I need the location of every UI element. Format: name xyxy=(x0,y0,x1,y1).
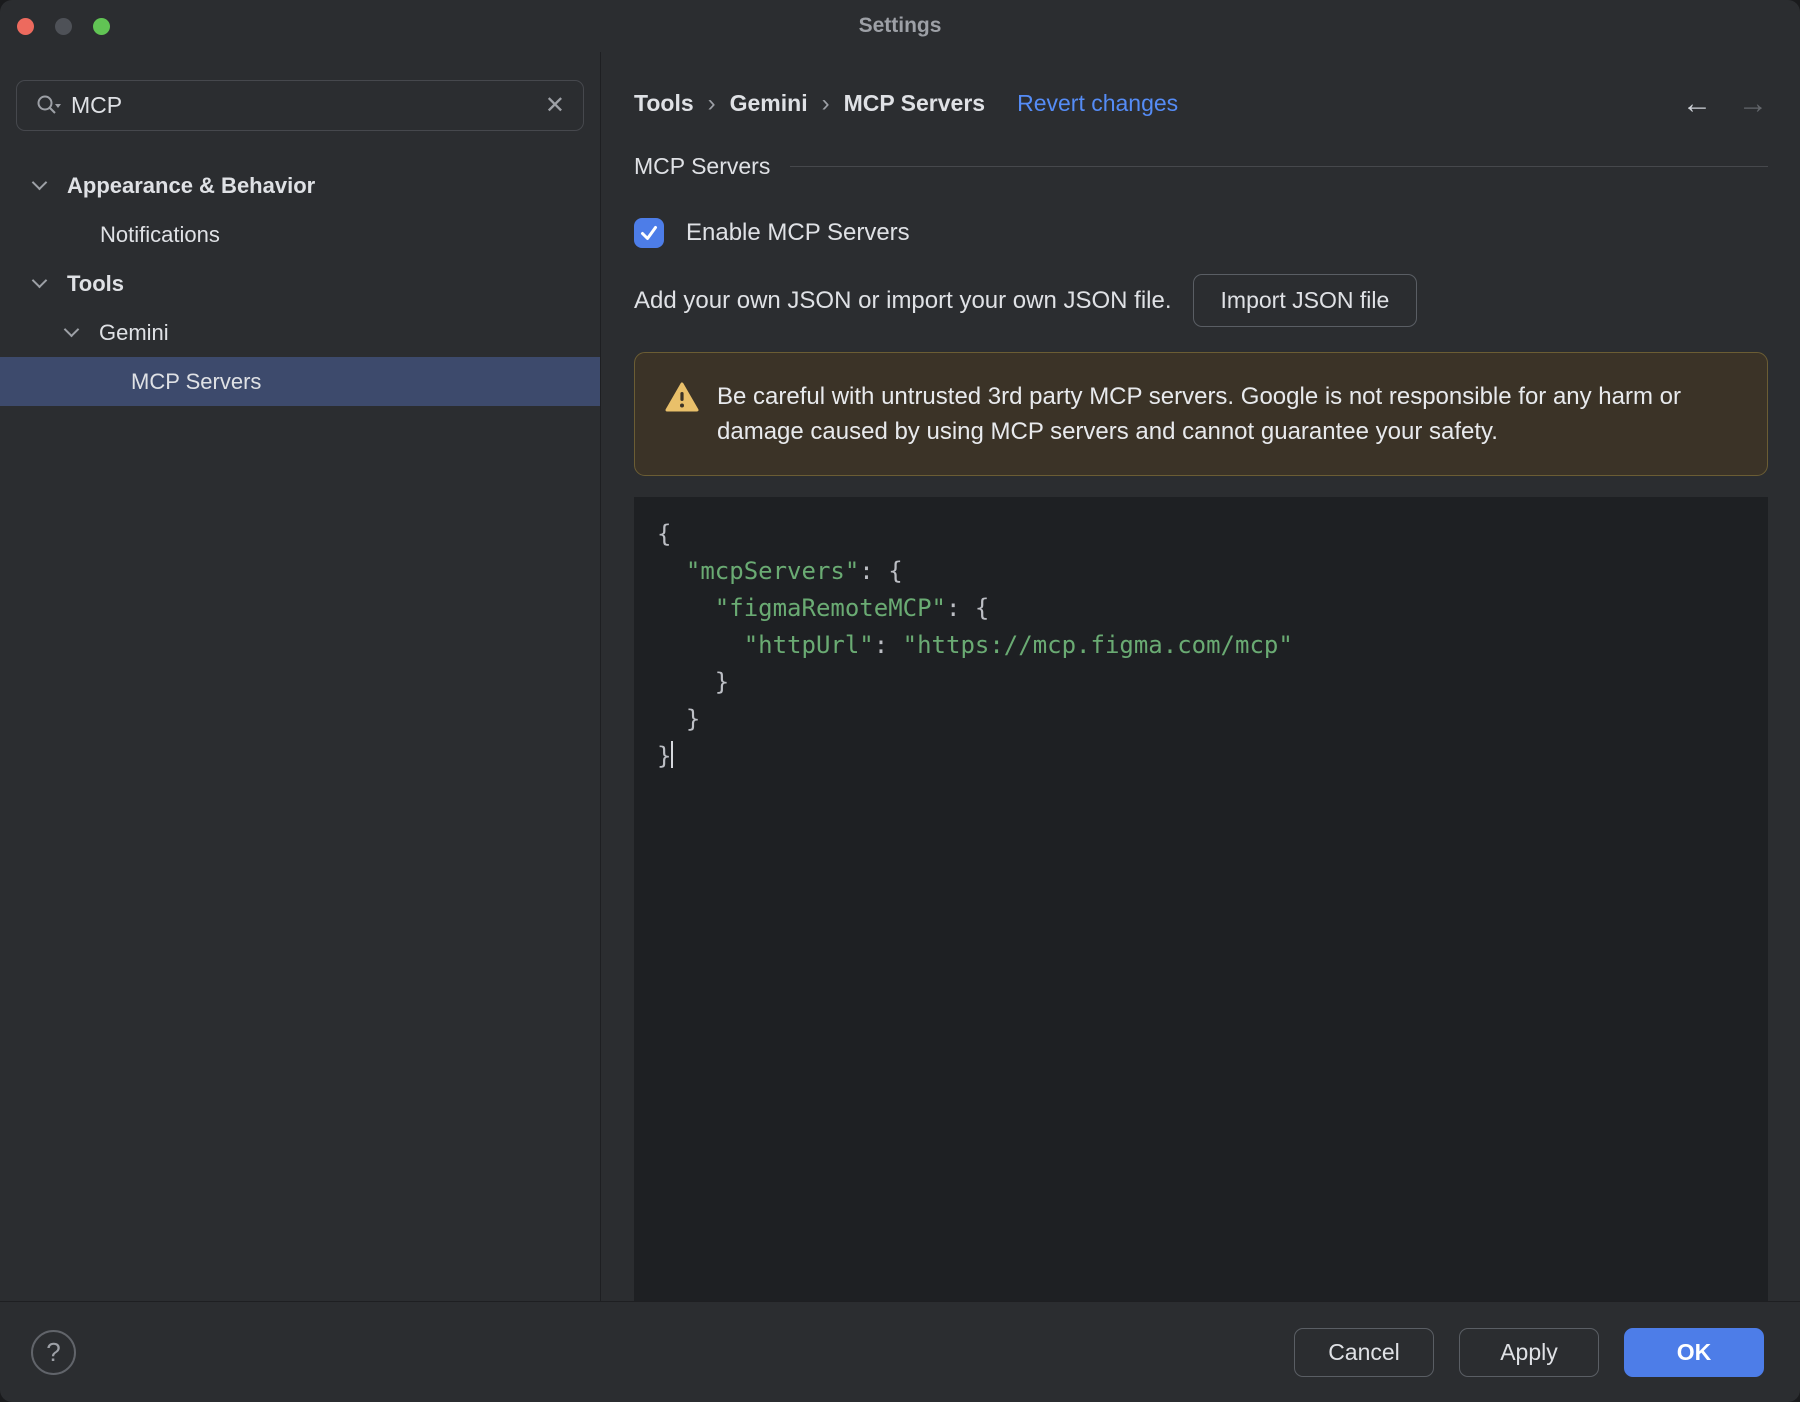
breadcrumb-gemini[interactable]: Gemini xyxy=(730,90,808,117)
sidebar-item-label: Notifications xyxy=(100,221,220,247)
sidebar-item-gemini[interactable]: Gemini xyxy=(0,308,600,357)
chevron-down-icon[interactable] xyxy=(31,174,48,191)
sidebar-item-appearance-behavior[interactable]: Appearance & Behavior xyxy=(0,161,600,210)
code-token: "httpUrl" xyxy=(743,631,874,660)
code-token: "https://mcp.figma.com/mcp" xyxy=(902,631,1293,660)
forward-arrow-icon[interactable]: → xyxy=(1738,88,1768,119)
code-token: { xyxy=(657,520,672,549)
code-token: : { xyxy=(945,594,990,623)
import-json-file-button[interactable]: Import JSON file xyxy=(1192,274,1418,328)
code-token: : { xyxy=(859,557,903,586)
breadcrumb-separator: › xyxy=(707,89,716,117)
settings-sidebar: ✕ Appearance & Behavior Notifications To… xyxy=(0,52,601,1301)
clear-search-icon[interactable]: ✕ xyxy=(545,93,565,118)
search-icon[interactable] xyxy=(35,93,61,119)
sidebar-item-label: MCP Servers xyxy=(131,368,262,394)
history-nav: ← → xyxy=(1682,88,1768,119)
code-line: } xyxy=(657,701,1748,738)
sidebar-item-label: Appearance & Behavior xyxy=(67,172,316,198)
import-json-row: Add your own JSON or import your own JSO… xyxy=(634,274,1768,328)
chevron-down-icon[interactable] xyxy=(63,321,80,338)
footer-buttons: Cancel Apply OK xyxy=(1294,1327,1764,1377)
apply-button[interactable]: Apply xyxy=(1459,1327,1599,1377)
code-line: "mcpServers": { xyxy=(657,553,1748,590)
settings-window: Settings ✕ Appearance & Behavior xyxy=(0,0,1800,1402)
text-caret xyxy=(671,741,674,769)
sidebar-item-label: Tools xyxy=(67,270,125,296)
breadcrumb: Tools › Gemini › MCP Servers Revert chan… xyxy=(634,84,1768,123)
ok-button[interactable]: OK xyxy=(1624,1327,1764,1377)
settings-tree: Appearance & Behavior Notifications Tool… xyxy=(0,161,600,406)
footer-bar: ? Cancel Apply OK xyxy=(0,1301,1800,1402)
import-json-description: Add your own JSON or import your own JSO… xyxy=(634,286,1172,314)
warning-triangle-icon xyxy=(665,382,699,418)
sidebar-item-notifications[interactable]: Notifications xyxy=(0,210,600,259)
checkbox-checked-icon[interactable] xyxy=(634,218,664,249)
settings-content: Tools › Gemini › MCP Servers Revert chan… xyxy=(601,52,1800,1301)
code-token: } xyxy=(657,668,730,697)
warning-text: Be careful with untrusted 3rd party MCP … xyxy=(717,383,1681,446)
sidebar-item-label: Gemini xyxy=(99,319,169,345)
cancel-button[interactable]: Cancel xyxy=(1294,1327,1434,1377)
back-arrow-icon[interactable]: ← xyxy=(1682,88,1712,119)
code-token: "mcpServers" xyxy=(685,557,860,586)
code-token: } xyxy=(657,742,672,771)
titlebar: Settings xyxy=(0,0,1800,52)
code-token: "figmaRemoteMCP" xyxy=(714,594,946,623)
code-line: } xyxy=(657,664,1748,701)
code-line: "figmaRemoteMCP": { xyxy=(657,590,1748,627)
code-line: { xyxy=(657,516,1748,553)
untrusted-servers-warning-banner: Be careful with untrusted 3rd party MCP … xyxy=(634,352,1768,477)
code-token: : xyxy=(873,631,903,660)
help-icon[interactable]: ? xyxy=(31,1329,76,1375)
breadcrumb-separator: › xyxy=(821,89,830,117)
enable-mcp-servers-checkbox-row[interactable]: Enable MCP Servers xyxy=(634,218,1768,249)
section-header: MCP Servers xyxy=(634,153,1768,180)
breadcrumb-mcp-servers[interactable]: MCP Servers xyxy=(844,90,986,117)
revert-changes-link[interactable]: Revert changes xyxy=(1017,90,1178,117)
settings-search-box[interactable]: ✕ xyxy=(16,80,584,131)
code-line: } xyxy=(657,738,1748,775)
enable-mcp-servers-label: Enable MCP Servers xyxy=(686,219,910,247)
code-token: } xyxy=(657,705,701,734)
section-title: MCP Servers xyxy=(634,153,771,180)
zoom-window-icon[interactable] xyxy=(93,18,110,35)
sidebar-item-tools[interactable]: Tools xyxy=(0,259,600,308)
minimize-window-icon[interactable] xyxy=(55,18,72,35)
close-window-icon[interactable] xyxy=(17,18,34,35)
json-editor[interactable]: { "mcpServers": { "figmaRemoteMCP": { "h… xyxy=(634,497,1768,1301)
breadcrumb-tools[interactable]: Tools xyxy=(634,90,694,117)
code-line: "httpUrl": "https://mcp.figma.com/mcp" xyxy=(657,627,1748,664)
window-title: Settings xyxy=(858,14,942,37)
traffic-lights xyxy=(17,18,110,35)
section-divider xyxy=(790,166,1768,168)
search-input[interactable] xyxy=(71,92,535,119)
chevron-down-icon[interactable] xyxy=(31,272,48,289)
sidebar-item-mcp-servers[interactable]: MCP Servers xyxy=(0,357,600,406)
